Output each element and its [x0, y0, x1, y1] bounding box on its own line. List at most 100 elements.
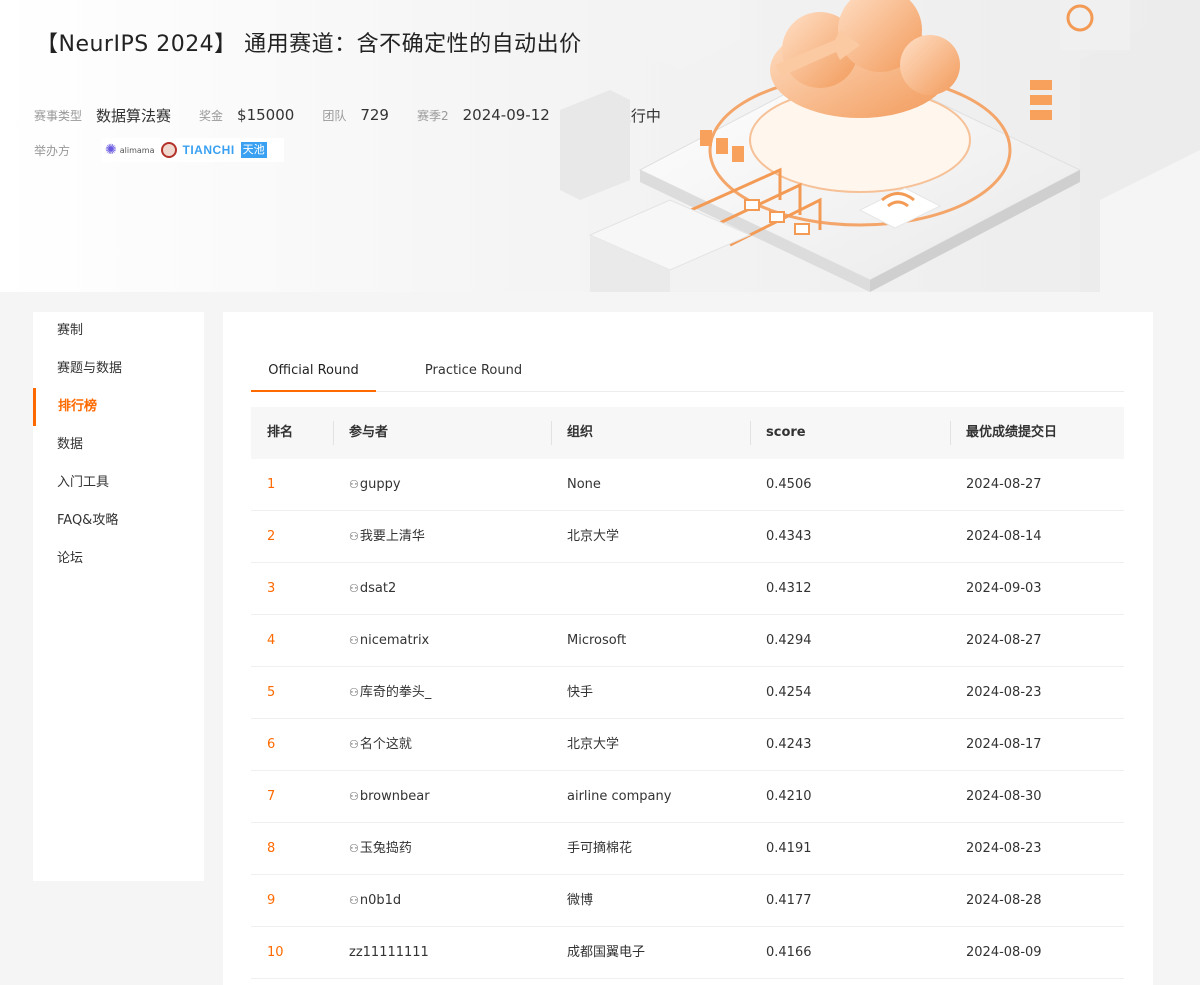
- cell-organization: 成都国翼电子: [567, 945, 646, 960]
- sidebar-nav: 赛制 赛题与数据 排行榜 数据 入门工具 FAQ&攻略 论坛: [33, 312, 204, 881]
- cell-rank: 2: [267, 529, 276, 544]
- participant-name: zz11111111: [349, 945, 429, 960]
- cell-participant[interactable]: ⚇玉兔捣药: [349, 823, 412, 875]
- table-row: 4 ⚇nicematrix Microsoft 0.4294 2024-08-27: [251, 615, 1124, 667]
- cell-best-date: 2024-08-27: [966, 477, 1042, 492]
- tianchi-logo-text: TIANCHI: [182, 143, 235, 157]
- cell-participant[interactable]: ⚇dsat2: [349, 563, 396, 615]
- sidebar-item-faq[interactable]: FAQ&攻略: [33, 502, 204, 540]
- cell-participant[interactable]: ⚇库奇的拳头_: [349, 667, 431, 719]
- alimama-star-icon: ✺: [105, 142, 117, 158]
- cell-organization: airline company: [567, 789, 672, 804]
- tab-practice-round[interactable]: Practice Round: [411, 352, 536, 392]
- meta-value-type: 数据算法赛: [96, 106, 172, 125]
- cell-participant[interactable]: zz11111111: [349, 927, 429, 979]
- cell-participant[interactable]: ⚇guppy: [349, 459, 401, 511]
- header-divider: [551, 421, 552, 445]
- cell-organization: None: [567, 477, 601, 492]
- organizer-label: 举办方: [34, 143, 71, 158]
- cell-score: 0.4312: [766, 581, 812, 596]
- organizer-row: 举办方 ✺ alimama TIANCHI 天池: [34, 138, 285, 162]
- table-row: 10 zz11111111 成都国翼电子 0.4166 2024-08-09: [251, 927, 1124, 979]
- table-row: 1 ⚇guppy None 0.4506 2024-08-27: [251, 459, 1124, 511]
- participant-name: 玉兔捣药: [359, 841, 412, 856]
- tab-official-round[interactable]: Official Round: [251, 352, 376, 392]
- banner-illustration: [560, 0, 1200, 292]
- table-row: 2 ⚇我要上清华 北京大学 0.4343 2024-08-14: [251, 511, 1124, 563]
- cell-best-date: 2024-08-27: [966, 633, 1042, 648]
- cell-score: 0.4506: [766, 477, 812, 492]
- meta-label-type: 赛事类型: [34, 108, 83, 123]
- cell-score: 0.4210: [766, 789, 812, 804]
- participant-name: guppy: [359, 477, 401, 492]
- round-tabs: Official Round Practice Round: [251, 352, 1124, 392]
- header-participant: 参与者: [349, 425, 389, 440]
- sidebar-item-starter-tools[interactable]: 入门工具: [33, 464, 204, 502]
- header-divider: [750, 421, 751, 445]
- cell-rank: 10: [267, 945, 284, 960]
- header-organization: 组织: [567, 425, 594, 440]
- university-seal-icon: [160, 142, 177, 158]
- cell-rank: 3: [267, 581, 276, 596]
- cell-rank: 4: [267, 633, 276, 648]
- team-people-icon: ⚇: [349, 582, 359, 595]
- cell-organization: 微博: [567, 893, 594, 908]
- participant-name: brownbear: [359, 789, 430, 804]
- cell-rank: 5: [267, 685, 276, 700]
- table-body: 1 ⚇guppy None 0.4506 2024-08-27 2 ⚇我要上清华 北京大学 0.…: [251, 459, 1124, 979]
- table-row: 8 ⚇玉兔捣药 手可摘棉花 0.4191 2024-08-23: [251, 823, 1124, 875]
- sidebar-item-forum[interactable]: 论坛: [33, 540, 204, 578]
- table-row: 9 ⚇n0b1d 微博 0.4177 2024-08-28: [251, 875, 1124, 927]
- header-score: score: [766, 425, 806, 440]
- table-row: 3 ⚇dsat2 0.4312 2024-09-03: [251, 563, 1124, 615]
- page-title: 【NeurIPS 2024】 通用赛道：含不确定性的自动出价: [36, 32, 582, 57]
- cell-participant[interactable]: ⚇我要上清华: [349, 511, 425, 563]
- table-row: 6 ⚇名个这就 北京大学 0.4243 2024-08-17: [251, 719, 1124, 771]
- team-people-icon: ⚇: [349, 634, 359, 647]
- team-people-icon: ⚇: [349, 894, 359, 907]
- cell-score: 0.4243: [766, 737, 812, 752]
- cell-organization: 快手: [567, 685, 594, 700]
- participant-name: 库奇的拳头_: [359, 685, 432, 700]
- cell-best-date: 2024-08-23: [966, 685, 1042, 700]
- table-row: 7 ⚇brownbear airline company 0.4210 2024-08-…: [251, 771, 1124, 823]
- cell-participant[interactable]: ⚇名个这就: [349, 719, 412, 771]
- meta-value-prize: $15000: [237, 106, 295, 124]
- cell-best-date: 2024-08-17: [966, 737, 1042, 752]
- participant-name: dsat2: [359, 581, 397, 596]
- cell-rank: 9: [267, 893, 276, 908]
- cell-best-date: 2024-09-03: [966, 581, 1042, 596]
- cell-organization: Microsoft: [567, 633, 627, 648]
- alimama-logo-text: alimama: [119, 145, 155, 155]
- header-divider: [950, 421, 951, 445]
- cell-best-date: 2024-08-28: [966, 893, 1042, 908]
- cell-best-date: 2024-08-23: [966, 841, 1042, 856]
- cell-organization: 手可摘棉花: [567, 841, 633, 856]
- meta-label-season: 赛季2: [416, 108, 449, 123]
- cell-participant[interactable]: ⚇nicematrix: [349, 615, 429, 667]
- cell-organization: 北京大学: [567, 529, 620, 544]
- cell-score: 0.4177: [766, 893, 812, 908]
- meta-value-season: 2024-09-12: [462, 106, 550, 124]
- team-people-icon: ⚇: [349, 738, 359, 751]
- cell-organization: 北京大学: [567, 737, 620, 752]
- cell-score: 0.4343: [766, 529, 812, 544]
- cell-rank: 7: [267, 789, 276, 804]
- sidebar-item-rules[interactable]: 赛制: [33, 312, 204, 350]
- participant-name: nicematrix: [359, 633, 430, 648]
- cell-score: 0.4191: [766, 841, 812, 856]
- sidebar-item-leaderboard[interactable]: 排行榜: [33, 388, 204, 426]
- cell-participant[interactable]: ⚇n0b1d: [349, 875, 401, 927]
- organizer-logos: ✺ alimama TIANCHI 天池: [102, 138, 285, 162]
- table-header: 排名 参与者 组织 score 最优成绩提交日: [251, 407, 1124, 459]
- sidebar-item-problem-data[interactable]: 赛题与数据: [33, 350, 204, 388]
- cell-rank: 8: [267, 841, 276, 856]
- meta-label-teams: 团队: [322, 108, 347, 123]
- cell-score: 0.4166: [766, 945, 812, 960]
- cell-rank: 1: [267, 477, 276, 492]
- team-people-icon: ⚇: [349, 530, 359, 543]
- participant-name: n0b1d: [359, 893, 402, 908]
- team-people-icon: ⚇: [349, 842, 359, 855]
- sidebar-item-data[interactable]: 数据: [33, 426, 204, 464]
- cell-participant[interactable]: ⚇brownbear: [349, 771, 430, 823]
